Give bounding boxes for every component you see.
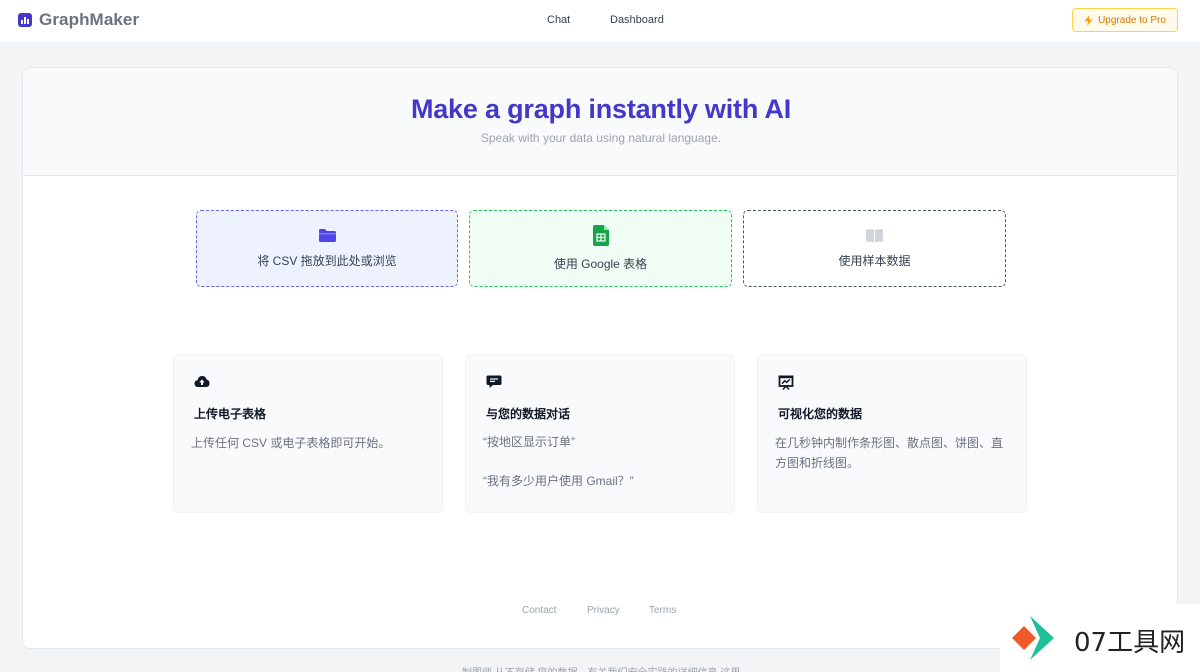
feature-chat-title: 与您的数据对话 xyxy=(486,407,571,421)
cloud-upload-icon xyxy=(194,376,210,387)
footer-link-contact[interactable]: Contact xyxy=(522,605,556,616)
sample-data-option[interactable]: 使用样本数据 xyxy=(743,210,1006,287)
watermark: 07工具网 xyxy=(1000,604,1200,672)
sample-data-label: 使用样本数据 xyxy=(838,254,911,268)
feature-upload-title: 上传电子表格 xyxy=(194,407,267,421)
upgrade-label: Upgrade to Pro xyxy=(1098,14,1166,26)
upgrade-to-pro-button[interactable]: Upgrade to Pro xyxy=(1072,8,1178,32)
csv-dropzone-label: 将 CSV 拖放到此处或浏览 xyxy=(257,254,397,268)
brand[interactable]: GraphMaker xyxy=(18,10,139,30)
privacy-note: 制图师 从不存储 您的数据。有关我们安全实践的详细信息 这里 xyxy=(462,664,740,672)
google-sheets-label: 使用 Google 表格 xyxy=(553,257,648,271)
folder-icon xyxy=(318,229,336,242)
watermark-text: 07工具网 xyxy=(1074,628,1186,658)
feature-chat-example: “我有多少用户使用 Gmail？” xyxy=(483,474,634,488)
feature-upload-desc: 上传任何 CSV 或电子表格即可开始。 xyxy=(191,436,391,450)
top-bar: GraphMaker Chat Dashboard Upgrade to Pro xyxy=(0,0,1200,42)
brand-name: GraphMaker xyxy=(39,10,140,29)
nav-dashboard[interactable]: Dashboard xyxy=(610,14,664,26)
google-sheets-icon xyxy=(592,225,609,246)
feature-visualize: 可视化您的数据 在几秒钟内制作条形图、散点图、饼图、直方图和折线图。 xyxy=(757,354,1027,513)
watermark-logo-icon xyxy=(1012,616,1054,660)
google-sheets-option[interactable]: 使用 Google 表格 xyxy=(469,210,732,287)
main-card: Make a graph instantly with AI Speak wit… xyxy=(22,67,1178,649)
feature-visualize-title: 可视化您的数据 xyxy=(778,407,863,421)
csv-dropzone[interactable]: 将 CSV 拖放到此处或浏览 xyxy=(196,210,458,287)
page-subtitle: Speak with your data using natural langu… xyxy=(480,131,722,145)
nav-chat[interactable]: Chat xyxy=(547,14,570,26)
presentation-chart-icon xyxy=(778,375,794,390)
feature-upload: 上传电子表格 上传任何 CSV 或电子表格即可开始。 xyxy=(173,354,443,513)
page-title: Make a graph instantly with AI xyxy=(410,94,792,124)
chat-bubble-icon xyxy=(486,375,502,388)
feature-chat-example: “按地区显示订单” xyxy=(483,435,575,449)
footer-link-terms[interactable]: Terms xyxy=(649,605,676,616)
footer-link-privacy[interactable]: Privacy xyxy=(587,605,620,616)
feature-visualize-desc: 在几秒钟内制作条形图、散点图、饼图、直方图和折线图。 xyxy=(775,436,1004,470)
lightning-icon xyxy=(1084,14,1093,26)
hero: Make a graph instantly with AI Speak wit… xyxy=(23,68,1177,176)
book-icon xyxy=(866,229,883,243)
bar-chart-logo-icon xyxy=(18,13,32,27)
feature-chat: 与您的数据对话 “按地区显示订单” “我有多少用户使用 Gmail？” xyxy=(465,354,735,513)
